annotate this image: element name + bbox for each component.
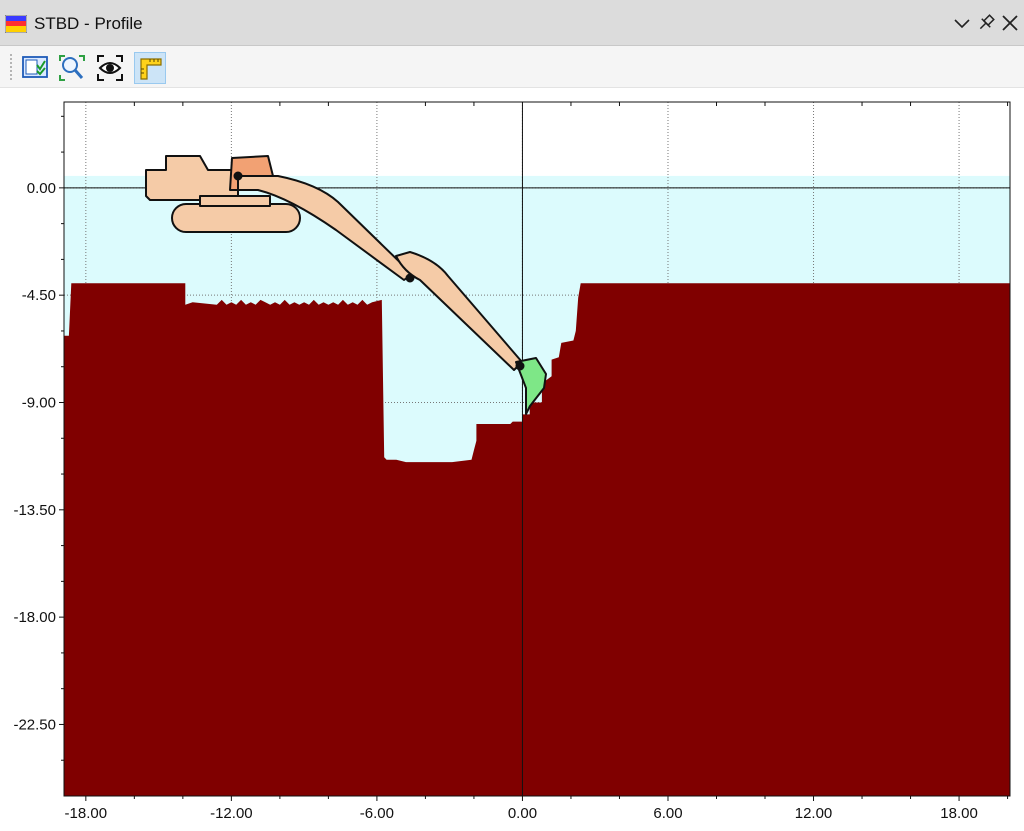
profile-chart-svg[interactable]: -18.00 -12.00 -6.00 0.00 6.00 12.00 18.00 0.00… xyxy=(0,88,1024,826)
zoom-extents-icon[interactable] xyxy=(56,52,88,84)
layer-settings-icon[interactable] xyxy=(19,52,51,84)
y-axis-ticks: 0.00 -4.50 -9.00 -13.50 -18.00 -22.50 xyxy=(13,115,64,761)
excavator-track xyxy=(171,203,301,233)
excavator-boom-pivot xyxy=(233,171,243,181)
y-tick-label: -22.50 xyxy=(13,716,56,733)
y-tick-label: -18.00 xyxy=(13,609,56,626)
window-title: STBD - Profile xyxy=(34,14,143,33)
x-tick-label: 18.00 xyxy=(940,805,978,822)
toolbar xyxy=(0,46,1024,88)
toolbar-grip[interactable] xyxy=(10,54,14,80)
x-tick-label: -6.00 xyxy=(360,805,394,822)
close-icon[interactable] xyxy=(1000,13,1020,33)
window-titlebar: STBD - Profile xyxy=(0,0,1024,46)
x-tick-label: -18.00 xyxy=(65,805,108,822)
x-tick-label: 0.00 xyxy=(508,805,537,822)
excavator-stick-pivot xyxy=(405,273,415,283)
chevron-down-icon[interactable] xyxy=(952,13,972,33)
x-tick-label: -12.00 xyxy=(210,805,253,822)
y-tick-label: -4.50 xyxy=(22,287,56,304)
profile-app-icon xyxy=(4,14,28,34)
excavator-undercarriage xyxy=(199,195,271,207)
y-tick-label: 0.00 xyxy=(27,180,56,197)
y-tick-label: -13.50 xyxy=(13,502,56,519)
y-tick-label: -9.00 xyxy=(22,394,56,411)
pin-icon[interactable] xyxy=(976,13,996,33)
excavator-bucket-pivot xyxy=(515,361,525,371)
x-tick-label: 12.00 xyxy=(795,805,833,822)
ruler-measure-icon[interactable] xyxy=(134,52,166,84)
profile-chart[interactable]: -18.00 -12.00 -6.00 0.00 6.00 12.00 18.00 0.00… xyxy=(0,88,1024,826)
x-tick-label: 6.00 xyxy=(653,805,682,822)
visibility-eye-icon[interactable] xyxy=(94,52,126,84)
